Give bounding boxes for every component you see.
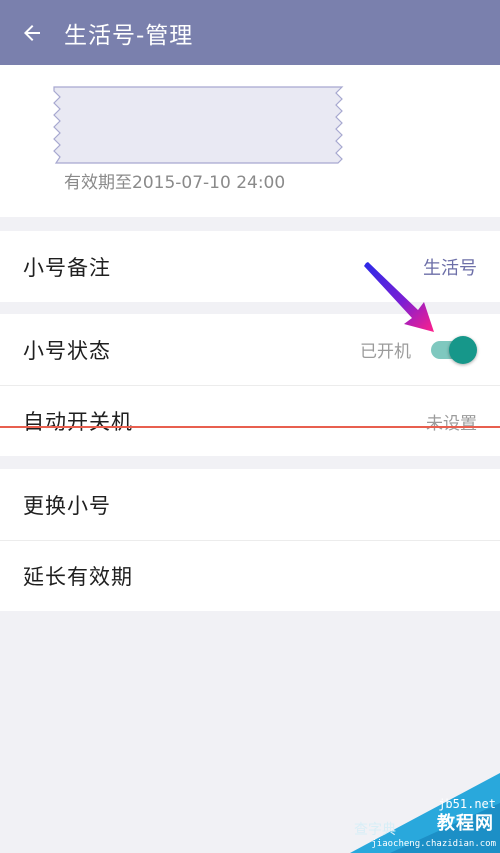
extend-validity-row[interactable]: 延长有效期 [0, 540, 500, 611]
change-number-row[interactable]: 更换小号 [0, 469, 500, 540]
annotation-underline [0, 426, 500, 428]
actions-group: 更换小号 延长有效期 [0, 469, 500, 611]
remark-label: 小号备注 [23, 255, 111, 280]
change-number-label: 更换小号 [23, 493, 111, 518]
status-value: 已开机 [360, 342, 411, 362]
page-title: 生活号-管理 [64, 22, 194, 49]
watermark: jb51.net 教程网 jiaocheng.chazidian.com 查字典 [350, 773, 500, 853]
annotation-arrow-icon [364, 262, 434, 332]
auto-power-label: 自动开关机 [23, 410, 133, 434]
app-bar: 生活号-管理 [0, 0, 500, 65]
masked-number-box [53, 86, 344, 164]
status-right: 已开机 [360, 335, 477, 365]
auto-power-value: 未设置 [426, 413, 477, 434]
auto-power-row[interactable]: 自动开关机 未设置 [0, 385, 500, 456]
watermark-dict: 查字典 [354, 822, 396, 838]
extend-validity-label: 延长有效期 [23, 565, 133, 589]
validity-text: 有效期至2015-07-10 24:00 [64, 173, 286, 193]
number-card: 有效期至2015-07-10 24:00 [0, 65, 500, 217]
toggle-thumb [449, 335, 477, 364]
back-button[interactable] [0, 0, 64, 65]
power-toggle[interactable] [429, 335, 477, 365]
back-arrow-icon [24, 24, 40, 41]
watermark-brand: 教程网 [437, 813, 494, 834]
watermark-url: jiaocheng.chazidian.com [371, 839, 496, 849]
status-label: 小号状态 [23, 338, 111, 363]
